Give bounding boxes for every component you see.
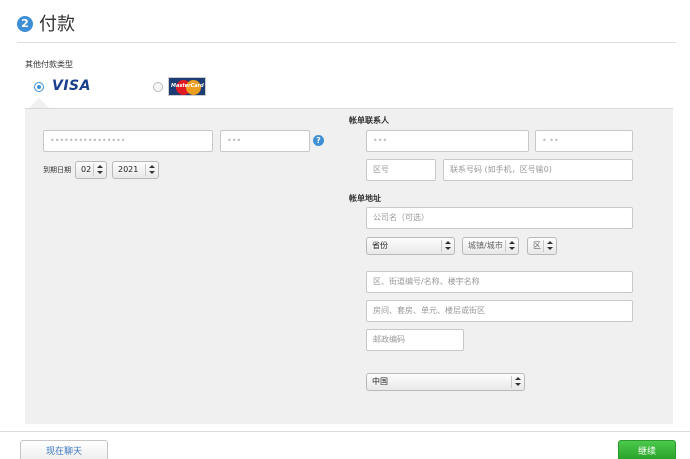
- expiry-date-label: 到期日期: [43, 166, 71, 174]
- select-separator: [93, 164, 94, 176]
- select-separator: [145, 164, 146, 176]
- select-arrows-icon: [444, 240, 451, 252]
- country-value: 中国: [372, 377, 388, 386]
- select-separator: [511, 376, 512, 388]
- first-name-input[interactable]: •••: [366, 130, 529, 152]
- card-number-input[interactable]: ••••••••••••••••: [43, 130, 213, 152]
- select-arrows-icon: [508, 240, 515, 252]
- select-arrows-icon: [546, 240, 553, 252]
- expiry-year-select[interactable]: 2021: [112, 161, 159, 179]
- expiry-month-value: 02: [81, 165, 92, 174]
- mastercard-radio[interactable]: [153, 82, 163, 92]
- selected-tab-pointer: [29, 98, 49, 108]
- street-input[interactable]: 区、街道编号/名称、楼宇名称: [366, 271, 633, 293]
- chat-now-button[interactable]: 现在聊天: [20, 440, 108, 459]
- postcode-input[interactable]: 邮政编码: [366, 329, 464, 351]
- title-divider: [17, 42, 676, 43]
- mastercard-logo[interactable]: MasterCard: [168, 77, 206, 96]
- company-input[interactable]: 公司名（可选）: [366, 207, 633, 229]
- continue-button[interactable]: 继续: [618, 440, 676, 459]
- visa-logo[interactable]: VISA: [52, 78, 91, 94]
- expiry-month-select[interactable]: 02: [75, 161, 107, 179]
- page-title: 付款: [39, 14, 75, 35]
- province-value: 省份: [372, 241, 388, 250]
- country-select[interactable]: 中国: [366, 373, 525, 391]
- visa-radio[interactable]: [34, 82, 44, 92]
- last-name-input[interactable]: • ••: [535, 130, 633, 152]
- billing-address-heading: 帐单地址: [349, 194, 381, 203]
- city-select[interactable]: 城镇/城市: [462, 237, 519, 255]
- room-input[interactable]: 房间、套房、单元、楼层或街区: [366, 300, 633, 322]
- footer-divider: [0, 431, 690, 432]
- step-number-badge: 2: [17, 16, 33, 32]
- select-separator: [441, 240, 442, 252]
- cvv-input[interactable]: •••: [220, 130, 310, 152]
- select-separator: [543, 240, 544, 252]
- phone-input[interactable]: 联系号码 (如手机，区号输0): [443, 159, 633, 181]
- billing-contact-heading: 帐单联系人: [349, 116, 389, 125]
- area-code-input[interactable]: 区号: [366, 159, 436, 181]
- select-arrows-icon: [514, 376, 521, 388]
- mastercard-logo-text: MasterCard: [171, 83, 204, 89]
- payment-details-panel: [25, 108, 673, 424]
- select-arrows-icon: [148, 164, 155, 176]
- select-separator: [505, 240, 506, 252]
- city-value: 城镇/城市: [468, 241, 503, 250]
- select-arrows-icon: [96, 164, 103, 176]
- payment-type-label: 其他付款类型: [25, 60, 73, 69]
- district-select[interactable]: 区: [527, 237, 557, 255]
- expiry-year-value: 2021: [118, 165, 139, 174]
- district-value: 区: [533, 241, 541, 250]
- province-select[interactable]: 省份: [366, 237, 455, 255]
- help-icon[interactable]: ?: [313, 135, 324, 146]
